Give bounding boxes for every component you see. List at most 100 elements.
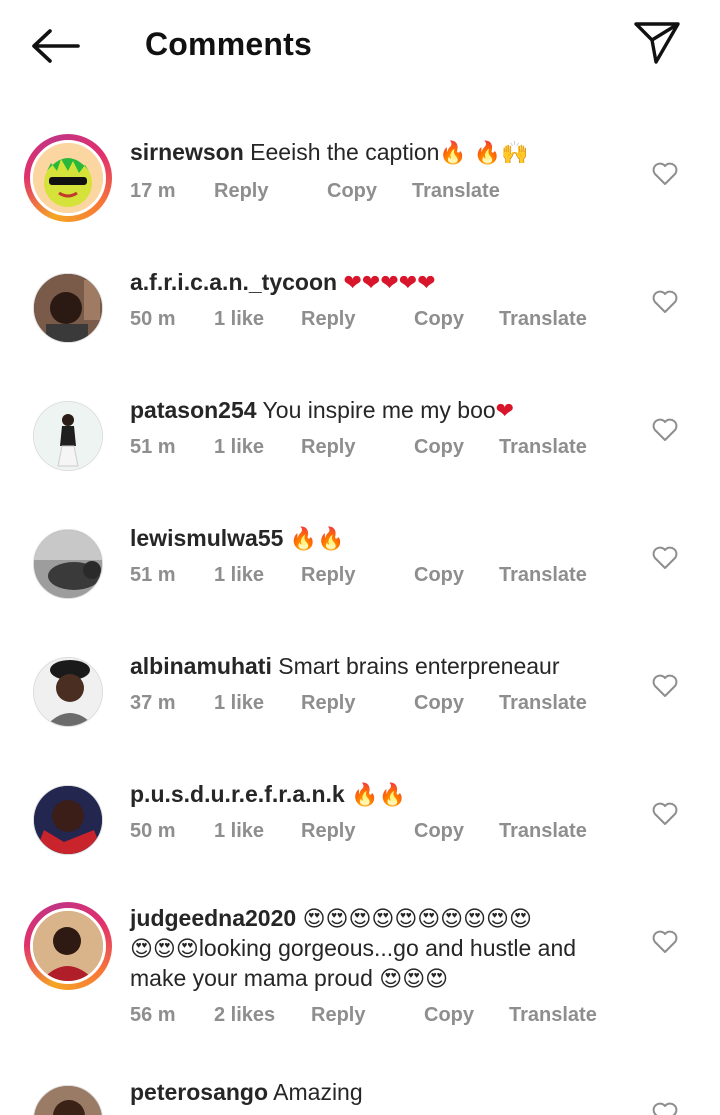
copy-button[interactable]: Copy (327, 180, 377, 203)
copy-button[interactable]: Copy (414, 564, 464, 587)
copy-button[interactable]: Copy (414, 692, 464, 715)
heart-icon[interactable] (652, 1102, 678, 1115)
reply-button[interactable]: Reply (301, 564, 355, 587)
comment-body: Eeeish the caption (250, 139, 440, 165)
heart-eyes-emoji-icon: 😍😍😍 (130, 937, 199, 962)
heart-eyes-emoji-icon: 😍😍😍 (379, 967, 449, 992)
comment-item: p.u.s.d.u.r.e.f.r.a.n.k 🔥🔥 50 m 1 like R… (0, 778, 720, 868)
comment-item: a.f.r.i.c.a.n._tycoon ❤❤❤❤❤ 50 m 1 like … (0, 266, 720, 356)
comment-text: judgeedna2020 😍😍😍😍😍😍😍😍😍😍 😍😍😍looking gorg… (130, 904, 630, 994)
heart-icon[interactable] (652, 162, 678, 186)
heart-icon[interactable] (652, 290, 678, 314)
comment-body: You inspire me my boo (262, 397, 496, 423)
avatar (33, 657, 103, 727)
comment-line-3: make your mama proud 😍😍😍 (130, 964, 630, 994)
comment-username[interactable]: a.f.r.i.c.a.n._tycoon (130, 269, 337, 295)
translate-button[interactable]: Translate (499, 308, 587, 331)
reply-button[interactable]: Reply (311, 1004, 365, 1027)
back-arrow-icon[interactable] (30, 26, 82, 66)
comment-username[interactable]: sirnewson (130, 139, 244, 165)
avatar (30, 140, 106, 216)
fire-emoji-icon: 🔥🔥 (351, 783, 406, 808)
comment-username[interactable]: lewismulwa55 (130, 525, 283, 551)
heart-icon[interactable] (652, 674, 678, 698)
translate-button[interactable]: Translate (509, 1004, 597, 1027)
copy-button[interactable]: Copy (424, 1004, 474, 1027)
comment-username[interactable]: judgeedna2020 (130, 905, 296, 931)
comment-time: 50 m (130, 820, 176, 842)
comment-item: peterosango Amazing (0, 1078, 720, 1115)
comment-time: 51 m (130, 564, 176, 586)
comment-username[interactable]: peterosango (130, 1079, 268, 1105)
comment-item: sirnewson Eeeish the caption🔥 🔥🙌 17 m Re… (0, 130, 720, 230)
comment-username[interactable]: patason254 (130, 397, 257, 423)
comment-body: make your mama proud (130, 965, 373, 991)
likes-count[interactable]: 1 like (214, 436, 264, 459)
copy-button[interactable]: Copy (414, 308, 464, 331)
comment-text: a.f.r.i.c.a.n._tycoon ❤❤❤❤❤ (130, 268, 630, 298)
avatar (33, 273, 103, 343)
likes-count[interactable]: 1 like (214, 820, 264, 843)
direct-message-icon[interactable] (632, 20, 682, 66)
copy-button[interactable]: Copy (414, 820, 464, 843)
red-heart-emoji-icon: ❤❤❤❤❤ (343, 271, 436, 296)
heart-icon[interactable] (652, 418, 678, 442)
avatar-wrap[interactable] (30, 782, 106, 858)
header-bar: Comments (0, 0, 720, 95)
comment-time: 50 m (130, 308, 176, 330)
translate-button[interactable]: Translate (412, 180, 500, 203)
comment-item: patason254 You inspire me my boo❤ 51 m 1… (0, 394, 720, 484)
reply-button[interactable]: Reply (301, 820, 355, 843)
avatar (30, 908, 106, 984)
story-ring-avatar[interactable] (24, 902, 112, 990)
avatar (33, 401, 103, 471)
comment-line-1: judgeedna2020 😍😍😍😍😍😍😍😍😍😍 (130, 904, 630, 934)
comment-time: 56 m (130, 1004, 176, 1026)
comment-text: albinamuhati Smart brains enterpreneaur (130, 652, 630, 681)
avatar-wrap[interactable] (30, 270, 106, 346)
translate-button[interactable]: Translate (499, 692, 587, 715)
comment-username[interactable]: p.u.s.d.u.r.e.f.r.a.n.k (130, 781, 345, 807)
heart-icon[interactable] (652, 930, 678, 954)
copy-button[interactable]: Copy (414, 436, 464, 459)
avatar-wrap[interactable] (30, 1082, 106, 1115)
comment-text: lewismulwa55 🔥🔥 (130, 524, 630, 554)
avatar (33, 1085, 103, 1115)
page-title: Comments (145, 26, 312, 62)
heart-icon[interactable] (652, 546, 678, 570)
comment-item: lewismulwa55 🔥🔥 51 m 1 like Reply Copy T… (0, 522, 720, 612)
reply-button[interactable]: Reply (301, 436, 355, 459)
translate-button[interactable]: Translate (499, 820, 587, 843)
reply-button[interactable]: Reply (301, 692, 355, 715)
story-ring-avatar[interactable] (24, 134, 112, 222)
comment-text: sirnewson Eeeish the caption🔥 🔥🙌 (130, 138, 630, 168)
comment-text: peterosango Amazing (130, 1078, 630, 1107)
comment-item: albinamuhati Smart brains enterpreneaur … (0, 650, 720, 740)
comment-time: 37 m (130, 692, 176, 714)
comment-body: Smart brains enterpreneaur (278, 653, 560, 679)
avatar-wrap[interactable] (30, 398, 106, 474)
avatar (33, 529, 103, 599)
red-heart-emoji-icon: ❤ (495, 399, 515, 424)
fire-emoji-icon: 🔥🔥 (289, 527, 345, 552)
comment-item: judgeedna2020 😍😍😍😍😍😍😍😍😍😍 😍😍😍looking gorg… (0, 898, 720, 1038)
comment-body: Amazing (273, 1079, 363, 1105)
heart-icon[interactable] (652, 802, 678, 826)
avatar-wrap[interactable] (30, 526, 106, 602)
translate-button[interactable]: Translate (499, 564, 587, 587)
comment-text: patason254 You inspire me my boo❤ (130, 396, 630, 426)
likes-count[interactable]: 1 like (214, 308, 264, 331)
likes-count[interactable]: 1 like (214, 692, 264, 715)
avatar (33, 785, 103, 855)
likes-count[interactable]: 2 likes (214, 1004, 275, 1027)
avatar-wrap[interactable] (30, 654, 106, 730)
likes-count[interactable]: 1 like (214, 564, 264, 587)
comment-text: p.u.s.d.u.r.e.f.r.a.n.k 🔥🔥 (130, 780, 630, 810)
translate-button[interactable]: Translate (499, 436, 587, 459)
comment-time: 51 m (130, 436, 176, 458)
reply-button[interactable]: Reply (301, 308, 355, 331)
comment-time: 17 m (130, 180, 176, 202)
fire-emoji-icon: 🔥 🔥🙌 (439, 141, 529, 166)
comment-username[interactable]: albinamuhati (130, 653, 272, 679)
reply-button[interactable]: Reply (214, 180, 268, 203)
